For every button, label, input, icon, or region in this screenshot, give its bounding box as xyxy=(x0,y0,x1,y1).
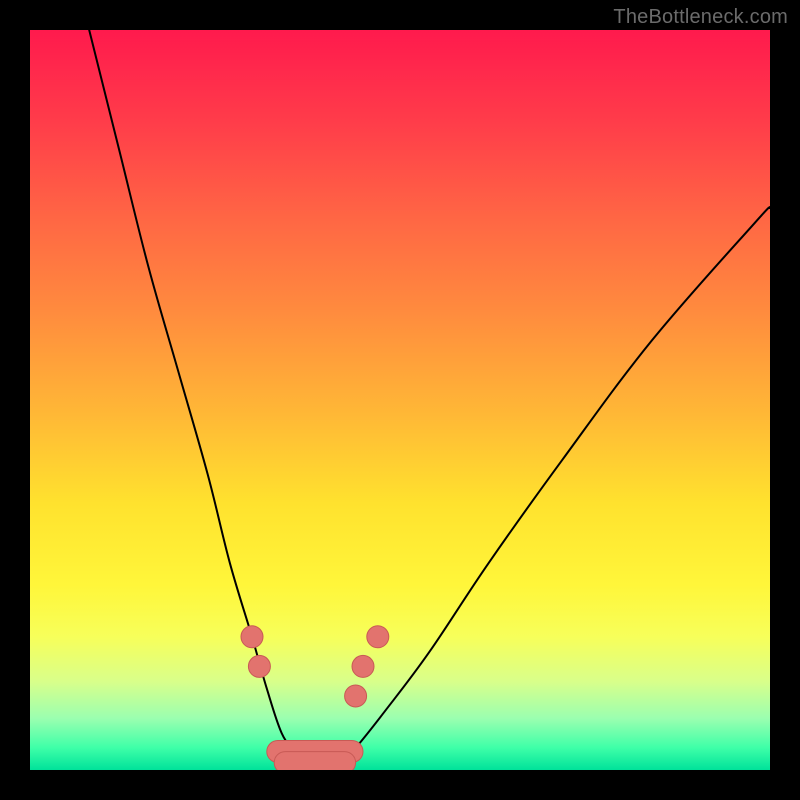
left-dot-1 xyxy=(241,626,263,648)
right-curve xyxy=(333,207,770,770)
markers-group xyxy=(241,626,389,707)
chart-frame: TheBottleneck.com xyxy=(0,0,800,800)
watermark-text: TheBottleneck.com xyxy=(613,6,788,29)
baseline-segment-1 xyxy=(274,752,355,770)
left-dot-2 xyxy=(248,655,270,677)
right-dot-2 xyxy=(352,655,374,677)
left-curve xyxy=(89,30,304,770)
curves-svg xyxy=(30,30,770,770)
right-dot-1 xyxy=(345,685,367,707)
baseline-cluster xyxy=(267,741,363,771)
right-dot-3 xyxy=(367,626,389,648)
plot-area xyxy=(30,30,770,770)
